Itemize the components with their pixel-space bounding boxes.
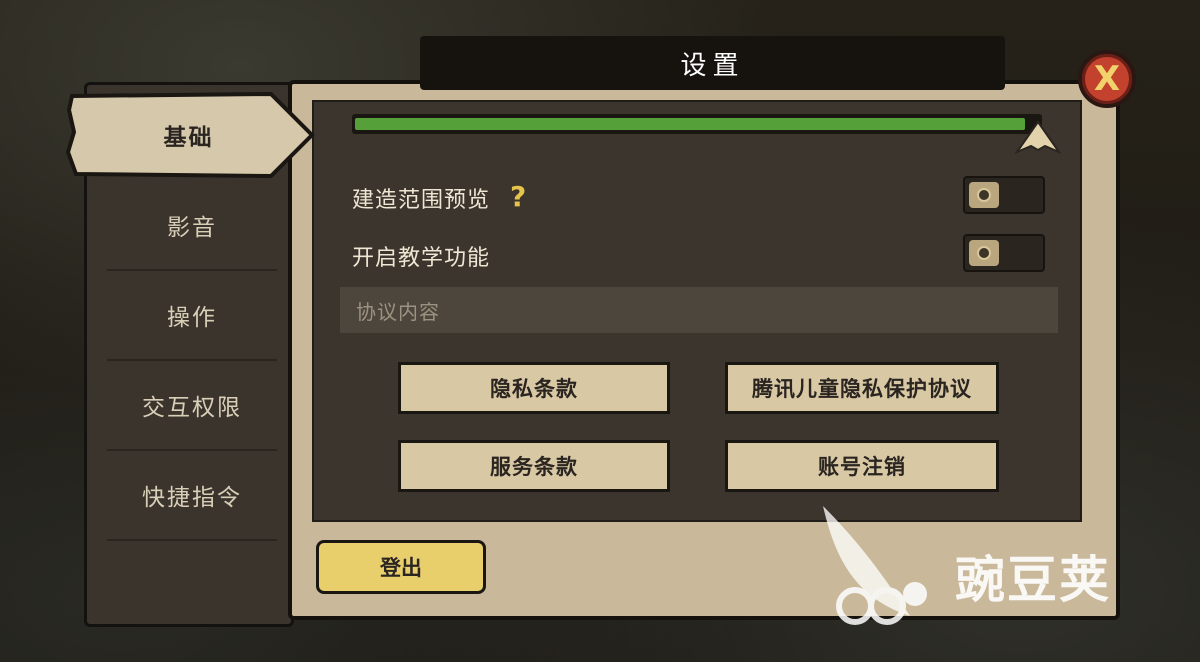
tutorial-toggle[interactable] <box>963 234 1045 272</box>
tab-permissions-label: 交互权限 <box>142 395 242 421</box>
tab-controls[interactable]: 操作 <box>107 271 277 361</box>
tab-shortcuts-label: 快捷指令 <box>142 485 242 511</box>
help-icon[interactable]: ? <box>510 180 526 213</box>
dialog-title: 设置 <box>420 36 1005 90</box>
watermark-text: 豌豆荚 <box>955 551 1111 609</box>
logout-button[interactable]: 登出 <box>316 540 486 594</box>
privacy-policy-label: 隐私条款 <box>490 377 578 401</box>
agreement-section-header: 协议内容 <box>340 287 1058 333</box>
account-deletion-button[interactable]: 账号注销 <box>725 440 999 492</box>
tab-audio-video[interactable]: 影音 <box>107 181 277 271</box>
terms-of-service-button[interactable]: 服务条款 <box>398 440 670 492</box>
slider-handle-icon[interactable] <box>1015 120 1061 156</box>
close-button[interactable]: X <box>1078 50 1136 108</box>
logout-label: 登出 <box>380 556 422 580</box>
account-deletion-label: 账号注销 <box>818 455 906 479</box>
agreement-section-label: 协议内容 <box>356 299 440 324</box>
toggle-knob-icon <box>969 240 999 266</box>
tab-controls-label: 操作 <box>167 305 217 331</box>
toggle-knob-icon <box>969 182 999 208</box>
child-privacy-label: 腾讯儿童隐私保护协议 <box>752 377 972 401</box>
tab-audio-video-label: 影音 <box>167 215 217 241</box>
privacy-policy-button[interactable]: 隐私条款 <box>398 362 670 414</box>
tab-basic[interactable]: 基础 <box>66 92 311 178</box>
dialog-title-text: 设置 <box>680 50 745 81</box>
terms-of-service-label: 服务条款 <box>490 455 578 479</box>
child-privacy-button[interactable]: 腾讯儿童隐私保护协议 <box>725 362 999 414</box>
tab-basic-label: 基础 <box>163 125 214 151</box>
build-preview-toggle[interactable] <box>963 176 1045 214</box>
close-icon: X <box>1093 59 1121 99</box>
tab-shortcuts[interactable]: 快捷指令 <box>107 451 277 541</box>
tutorial-label: 开启教学功能 <box>352 246 491 271</box>
build-preview-label: 建造范围预览 <box>352 188 491 213</box>
slider-fill <box>355 118 1025 130</box>
tab-permissions[interactable]: 交互权限 <box>107 361 277 451</box>
volume-slider[interactable] <box>352 114 1042 134</box>
